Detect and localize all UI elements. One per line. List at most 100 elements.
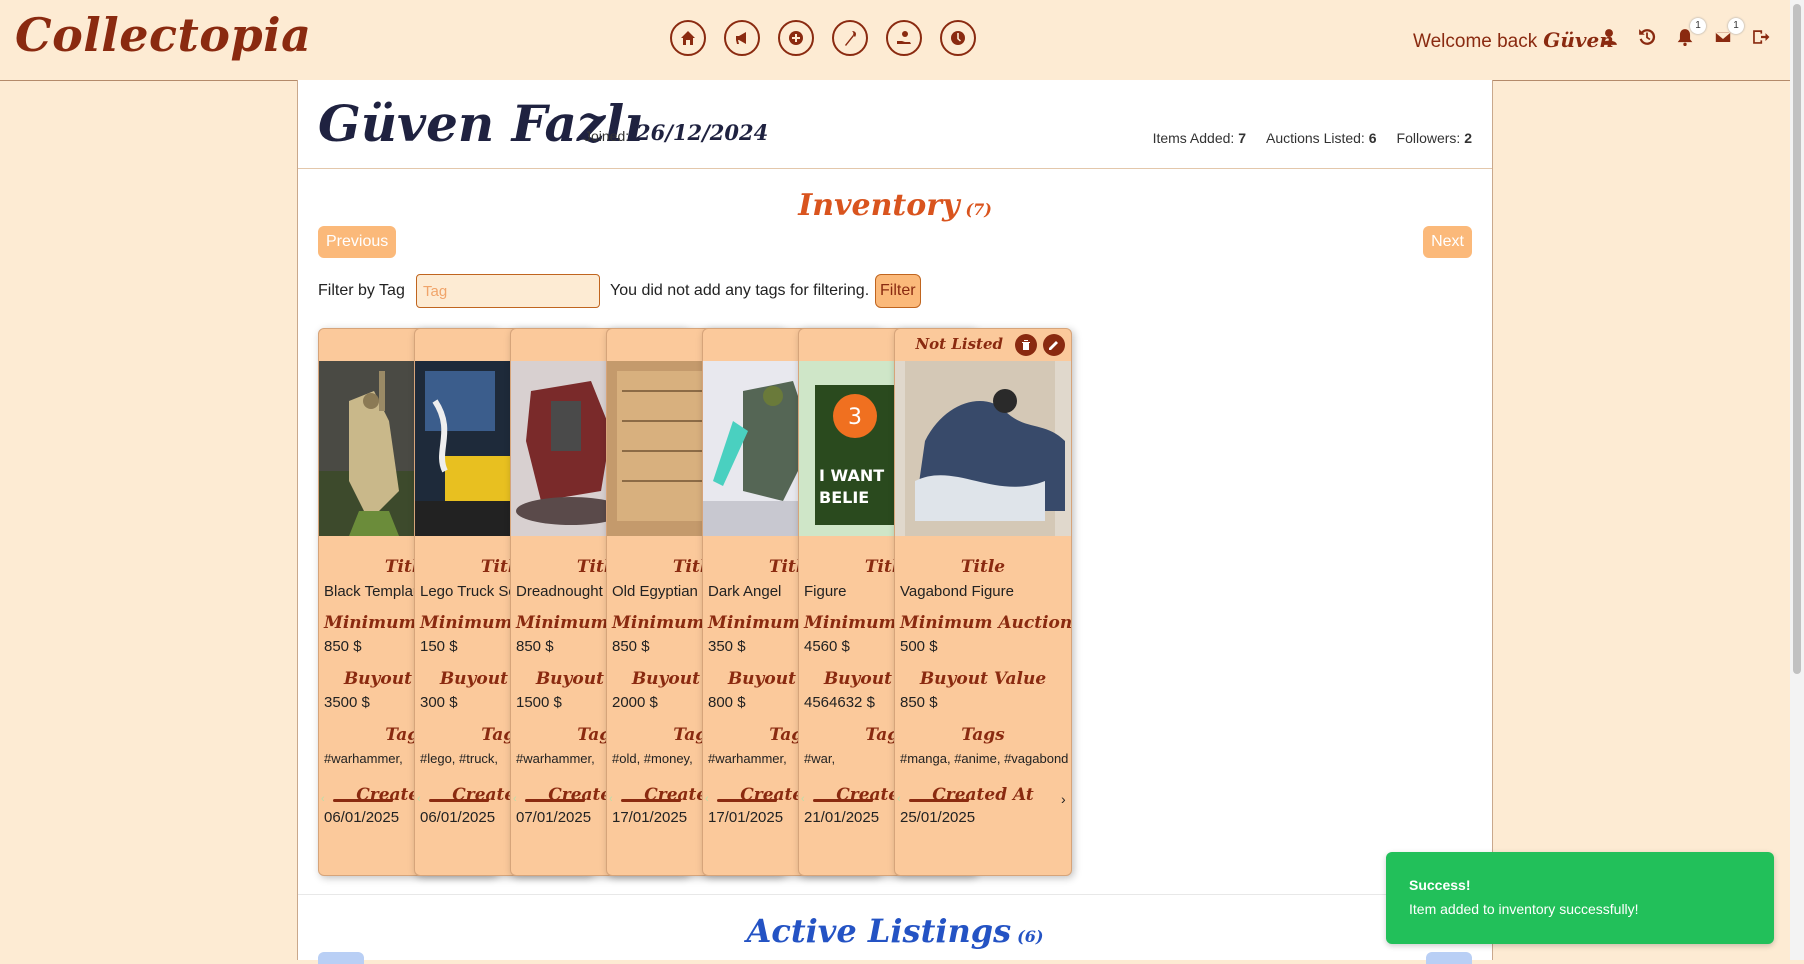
- auctions-listed-stat: Auctions Listed: 6: [1266, 130, 1377, 146]
- item-title: Vagabond Figure: [900, 583, 1014, 600]
- item-buyout-value: 300 $: [420, 694, 458, 711]
- header-divider: [298, 168, 1492, 169]
- top-navbar: Collectopia Welcome back Güven 1 1: [0, 0, 1804, 81]
- item-buyout-value: 3500 $: [324, 694, 370, 711]
- item-created-date: 17/01/2025: [708, 809, 784, 826]
- tag-filter-input[interactable]: [416, 274, 600, 308]
- no-tags-message: You did not add any tags for filtering.: [610, 282, 870, 299]
- profile-stats: Items Added: 7 Auctions Listed: 6 Follow…: [1153, 130, 1472, 146]
- wand-icon[interactable]: [832, 20, 868, 56]
- items-added-stat: Items Added: 7: [1153, 130, 1246, 146]
- success-toast[interactable]: Success! Item added to inventory success…: [1386, 852, 1774, 944]
- auctions-listed-label: Auctions Listed:: [1265, 130, 1365, 146]
- item-title: Figure: [804, 583, 847, 600]
- item-tags: #warhammer,: [516, 751, 595, 766]
- item-tags: #warhammer,: [708, 751, 787, 766]
- item-tags: #lego, #truck,: [420, 751, 499, 766]
- section-divider: [298, 894, 1492, 895]
- created-label: Created At: [932, 785, 1034, 805]
- item-buyout-value: 800 $: [708, 694, 746, 711]
- item-created-date: 17/01/2025: [612, 809, 688, 826]
- item-title: Black Templar: [324, 583, 418, 600]
- hand-coin-icon[interactable]: [886, 20, 922, 56]
- user-icon[interactable]: [1600, 28, 1618, 46]
- delete-icon[interactable]: [1015, 334, 1037, 356]
- svg-text:I WANT: I WANT: [819, 466, 884, 485]
- svg-text:BELIE: BELIE: [819, 488, 869, 507]
- item-tags: #warhammer,: [324, 751, 403, 766]
- followers-label: Followers:: [1396, 130, 1461, 146]
- welcome-text: Welcome back: [1413, 31, 1538, 52]
- listings-next-button[interactable]: [1426, 952, 1472, 964]
- next-button[interactable]: Next: [1423, 226, 1472, 258]
- auctions-listed-value: 6: [1368, 130, 1377, 146]
- auction-clock-icon[interactable]: [940, 20, 976, 56]
- listing-status: Not Listed: [915, 335, 1003, 353]
- listings-previous-button[interactable]: [318, 952, 364, 964]
- item-created-date: 06/01/2025: [420, 809, 496, 826]
- buyout-label: Buyout Value: [919, 669, 1047, 689]
- item-min-value: 850 $: [516, 638, 554, 655]
- min-value-label: Minimum Auction Value: [900, 613, 1072, 633]
- plus-circle-icon[interactable]: [778, 20, 814, 56]
- home-icon[interactable]: [670, 20, 706, 56]
- item-tags: #manga, #anime, #vagabond: [900, 751, 1069, 766]
- item-min-value: 4560 $: [804, 638, 850, 655]
- item-created-date: 21/01/2025: [804, 809, 880, 826]
- main-nav: [670, 20, 976, 56]
- item-tags: #war,: [804, 751, 836, 766]
- svg-text:3: 3: [848, 405, 862, 430]
- active-listings-count: (6): [1017, 927, 1044, 946]
- title-label: Title: [960, 557, 1006, 577]
- items-added-label: Items Added:: [1152, 130, 1235, 146]
- item-title: Old Egyptian: [612, 583, 698, 600]
- followers-value: 2: [1464, 130, 1472, 146]
- followers-stat[interactable]: Followers: 2: [1397, 130, 1472, 146]
- inventory-count: (7): [965, 200, 992, 219]
- inventory-heading: Inventory (7): [298, 188, 1492, 223]
- page-scrollbar[interactable]: [1790, 0, 1804, 960]
- joined-date: 26/12/2024: [636, 120, 769, 145]
- item-buyout-value: 2000 $: [612, 694, 658, 711]
- profile-name: Güven Fazlı: [318, 94, 644, 153]
- item-created-date: 06/01/2025: [324, 809, 400, 826]
- item-title: Dreadnought: [516, 583, 603, 600]
- history-icon[interactable]: [1638, 28, 1656, 46]
- notification-badge: 1: [1690, 18, 1706, 34]
- inventory-card[interactable]: Title Vagabond Figure Minimum Auction Valu…: [894, 328, 1072, 876]
- item-created-date: 25/01/2025: [900, 809, 976, 826]
- logo[interactable]: Collectopia: [15, 8, 311, 62]
- scrollbar-thumb[interactable]: [1793, 4, 1801, 674]
- tags-label: Tags: [961, 725, 1005, 745]
- item-tags: #old, #money,: [612, 751, 693, 766]
- item-buyout-value: 4564632 $: [804, 694, 875, 711]
- joined-label: Joined:: [584, 128, 630, 144]
- active-listings-title: Active Listings: [746, 912, 1012, 950]
- envelope-icon[interactable]: 1: [1714, 18, 1744, 46]
- active-listings-heading: Active Listings (6): [298, 912, 1492, 950]
- message-badge: 1: [1728, 18, 1744, 34]
- item-title: Dark Angel: [708, 583, 782, 600]
- item-title: Lego Truck Set: [420, 583, 521, 600]
- previous-button[interactable]: Previous: [318, 226, 397, 258]
- item-min-value: 500 $: [900, 638, 938, 655]
- toast-title: Success!: [1409, 877, 1471, 893]
- item-buyout-value: 1500 $: [516, 694, 562, 711]
- item-min-value: 850 $: [324, 638, 362, 655]
- filter-button[interactable]: Filter: [875, 274, 921, 308]
- filter-by-tag-label: Filter by Tag: [318, 282, 405, 299]
- item-created-date: 07/01/2025: [516, 809, 592, 826]
- item-photo[interactable]: [895, 361, 1071, 536]
- item-buyout-value: 850 $: [900, 694, 938, 711]
- item-min-value: 850 $: [612, 638, 650, 655]
- item-min-value: 150 $: [420, 638, 458, 655]
- megaphone-icon[interactable]: [724, 20, 760, 56]
- bell-icon[interactable]: 1: [1676, 18, 1706, 46]
- toast-message: Item added to inventory successfully!: [1409, 901, 1639, 917]
- user-menu: 1 1: [1600, 18, 1770, 46]
- edit-icon[interactable]: [1043, 334, 1065, 356]
- inventory-title: Inventory: [798, 188, 960, 223]
- items-added-value: 7: [1238, 130, 1246, 146]
- logout-icon[interactable]: [1752, 28, 1770, 46]
- inventory-carousel: Title Black Templar Minimum Auction Value 8…: [318, 328, 1074, 876]
